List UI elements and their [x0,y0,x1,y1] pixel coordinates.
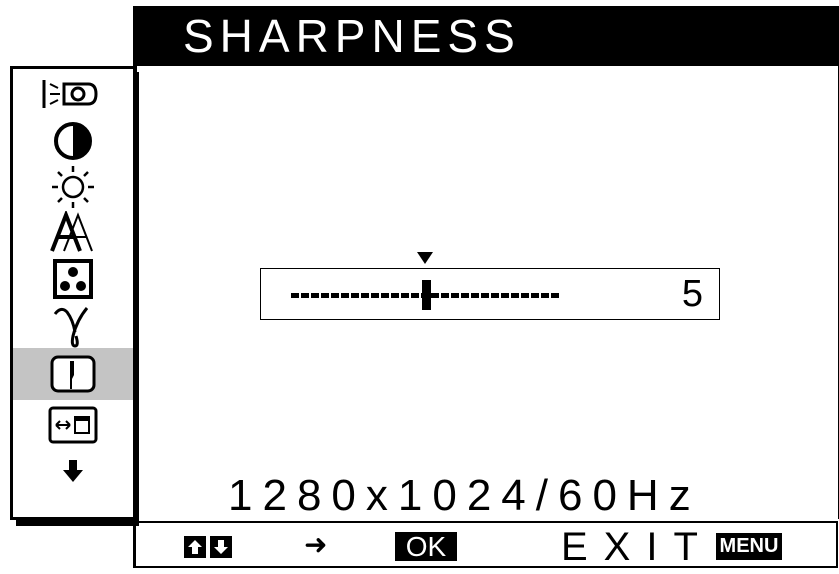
sharpness-slider-thumb[interactable] [422,280,431,310]
right-arrow-icon: ➜ [304,529,328,560]
resolution-readout: 1280x1024/60Hz [228,471,701,520]
sidebar-menu [10,66,137,520]
font-sharpness-icon[interactable] [13,210,133,256]
down-arrow-key-icon [210,536,232,558]
color-icon[interactable] [13,256,133,302]
brightness-icon[interactable] [13,164,133,210]
menu-button[interactable]: MENU [716,533,782,560]
sharpness-icon[interactable] [13,348,133,400]
position-icon[interactable] [13,402,133,448]
sharpness-slider-box[interactable]: 5 [260,268,720,320]
gamma-icon[interactable] [13,302,133,348]
up-arrow-key-icon [184,536,206,558]
title-bar: SHARPNESS [133,6,839,66]
contrast-icon[interactable] [13,118,133,164]
slider-current-marker [417,252,433,264]
backlight-icon[interactable] [13,71,133,117]
ok-button[interactable]: OK [395,532,457,561]
bottom-key-bar: ➜ OK EXIT MENU [133,521,838,569]
page-title: SHARPNESS [183,10,521,62]
more-down-arrow-icon[interactable] [13,448,133,494]
exit-label: EXIT [561,525,714,569]
sharpness-value: 5 [681,273,703,315]
